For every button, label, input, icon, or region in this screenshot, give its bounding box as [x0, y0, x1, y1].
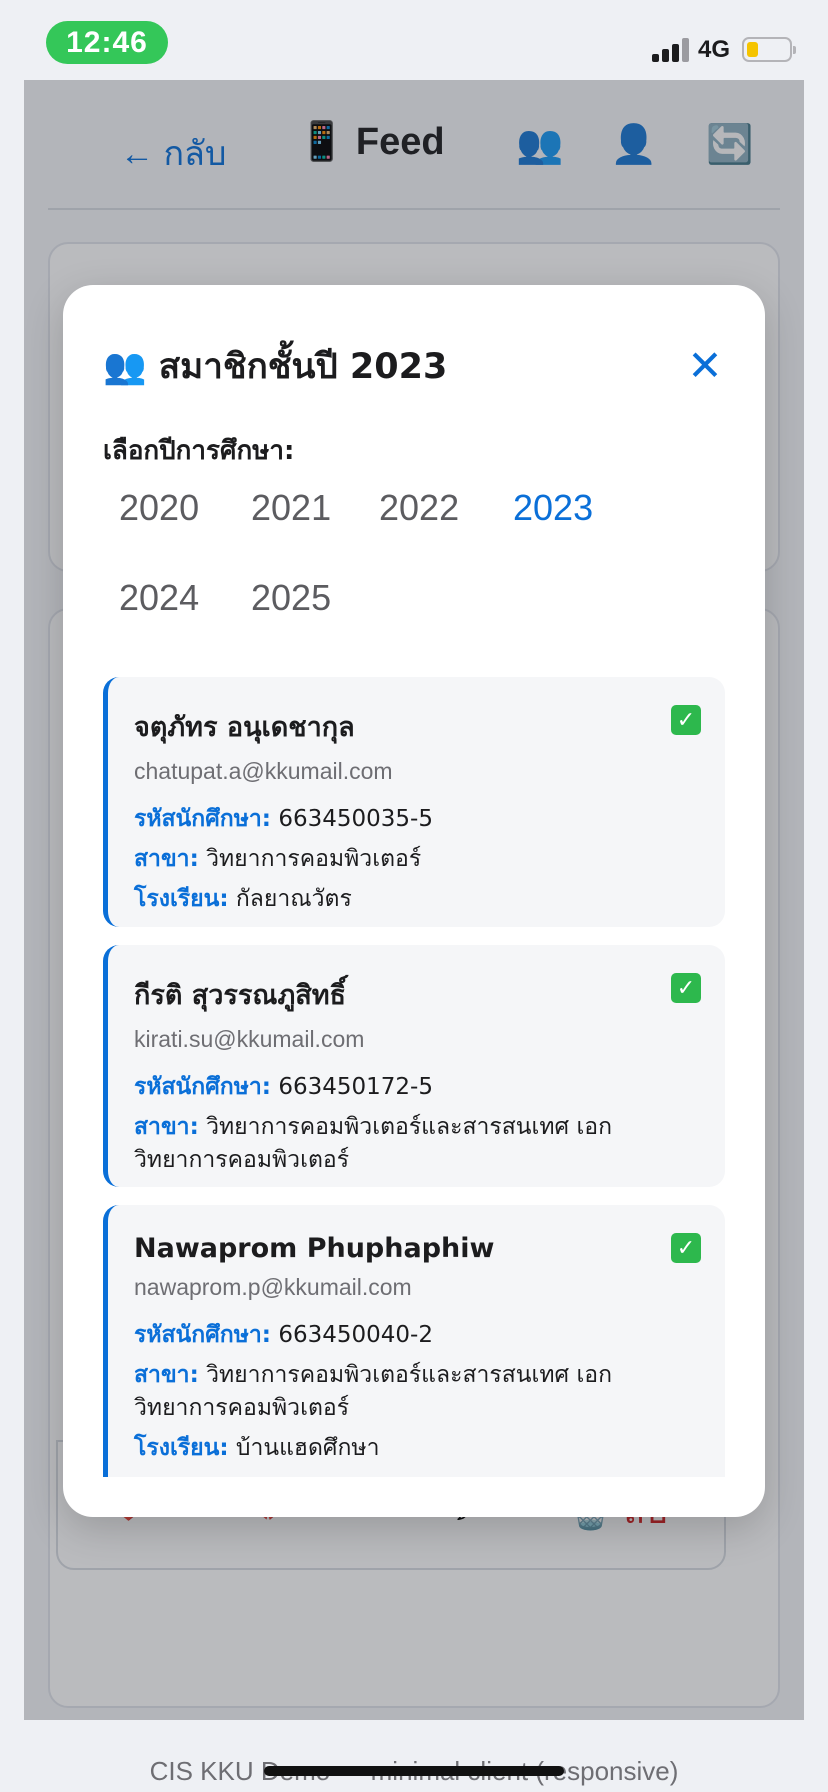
verified-check-icon: ✓ [671, 1233, 701, 1263]
home-indicator[interactable] [264, 1766, 564, 1776]
member-major: สาขา: วิทยาการคอมพิวเตอร์และสารสนเทศ เอก… [134, 1111, 699, 1177]
member-major: สาขา: วิทยาการคอมพิวเตอร์ [134, 843, 699, 876]
year-option-2022[interactable]: 2022 [363, 483, 475, 533]
student-id-value: 663450035-5 [278, 806, 433, 832]
member-email: nawaprom.p@kkumail.com [134, 1274, 412, 1300]
member-school: โรงเรียน: บ้านแฮดศึกษา [134, 1432, 699, 1465]
member-name: Nawaprom Phuphaphiw [134, 1233, 495, 1264]
modal-header: 👥 สมาชิกชั้นปี 2023 ✕ [103, 341, 725, 391]
year-option-2023[interactable]: 2023 [497, 483, 609, 533]
member-major: สาขา: วิทยาการคอมพิวเตอร์และสารสนเทศ เอก… [134, 1359, 699, 1425]
school-value: กัลยาณวัตร [235, 886, 352, 912]
year-option-2021[interactable]: 2021 [235, 483, 347, 533]
student-id-value: 663450172-5 [278, 1074, 433, 1100]
status-time: 12:46 [46, 21, 168, 64]
year-option-2025[interactable]: 2025 [235, 573, 347, 623]
member-student-id: รหัสนักศึกษา: 663450035-5 [134, 803, 699, 836]
status-bar: 12:46 4G [0, 0, 828, 80]
major-label: สาขา: [134, 1114, 199, 1140]
member-email: kirati.su@kkumail.com [134, 1026, 365, 1052]
member-card: ✓ Nawaprom Phuphaphiw nawaprom.p@kkumail… [103, 1205, 725, 1477]
modal-title: 👥 สมาชิกชั้นปี 2023 [103, 346, 448, 387]
student-id-label: รหัสนักศึกษา: [134, 806, 272, 832]
members-modal: 👥 สมาชิกชั้นปี 2023 ✕ เลือกปีการศึกษา: 2… [63, 285, 765, 1517]
member-student-id: รหัสนักศึกษา: 663450172-5 [134, 1071, 699, 1104]
verified-check-icon: ✓ [671, 973, 701, 1003]
network-type: 4G [698, 36, 731, 63]
signal-icon [652, 38, 690, 62]
member-school: โรงเรียน: กัลยาณวัตร [134, 883, 699, 916]
major-value: วิทยาการคอมพิวเตอร์ [206, 846, 422, 872]
member-card: ✓ จตุภัทร อนุเดชากุล chatupat.a@kkumail.… [103, 677, 725, 927]
school-value: บ้านแฮดศึกษา [235, 1435, 380, 1461]
major-value: วิทยาการคอมพิวเตอร์และสารสนเทศ เอกวิทยาก… [134, 1362, 613, 1421]
member-card: ✓ กีรติ สุวรรณภูสิทธิ์ kirati.su@kkumail… [103, 945, 725, 1187]
battery-icon [742, 37, 796, 62]
school-label: โรงเรียน: [134, 1435, 229, 1461]
battery-level [747, 42, 758, 57]
major-label: สาขา: [134, 1362, 199, 1388]
student-id-value: 663450040-2 [278, 1322, 433, 1348]
member-student-id: รหัสนักศึกษา: 663450040-2 [134, 1319, 699, 1352]
student-id-label: รหัสนักศึกษา: [134, 1074, 272, 1100]
member-name: กีรติ สุวรรณภูสิทธิ์ [134, 980, 347, 1011]
year-option-2024[interactable]: 2024 [103, 573, 215, 623]
member-list[interactable]: ✓ จตุภัทร อนุเดชากุล chatupat.a@kkumail.… [103, 677, 725, 1477]
member-email: chatupat.a@kkumail.com [134, 758, 393, 784]
major-value: วิทยาการคอมพิวเตอร์และสารสนเทศ เอกวิทยาก… [134, 1114, 613, 1173]
major-label: สาขา: [134, 846, 199, 872]
year-select-label: เลือกปีการศึกษา: [103, 436, 295, 466]
year-option-2020[interactable]: 2020 [103, 483, 215, 533]
verified-check-icon: ✓ [671, 705, 701, 735]
school-label: โรงเรียน: [134, 886, 229, 912]
student-id-label: รหัสนักศึกษา: [134, 1322, 272, 1348]
close-icon[interactable]: ✕ [675, 335, 735, 395]
member-name: จตุภัทร อนุเดชากุล [134, 712, 355, 743]
